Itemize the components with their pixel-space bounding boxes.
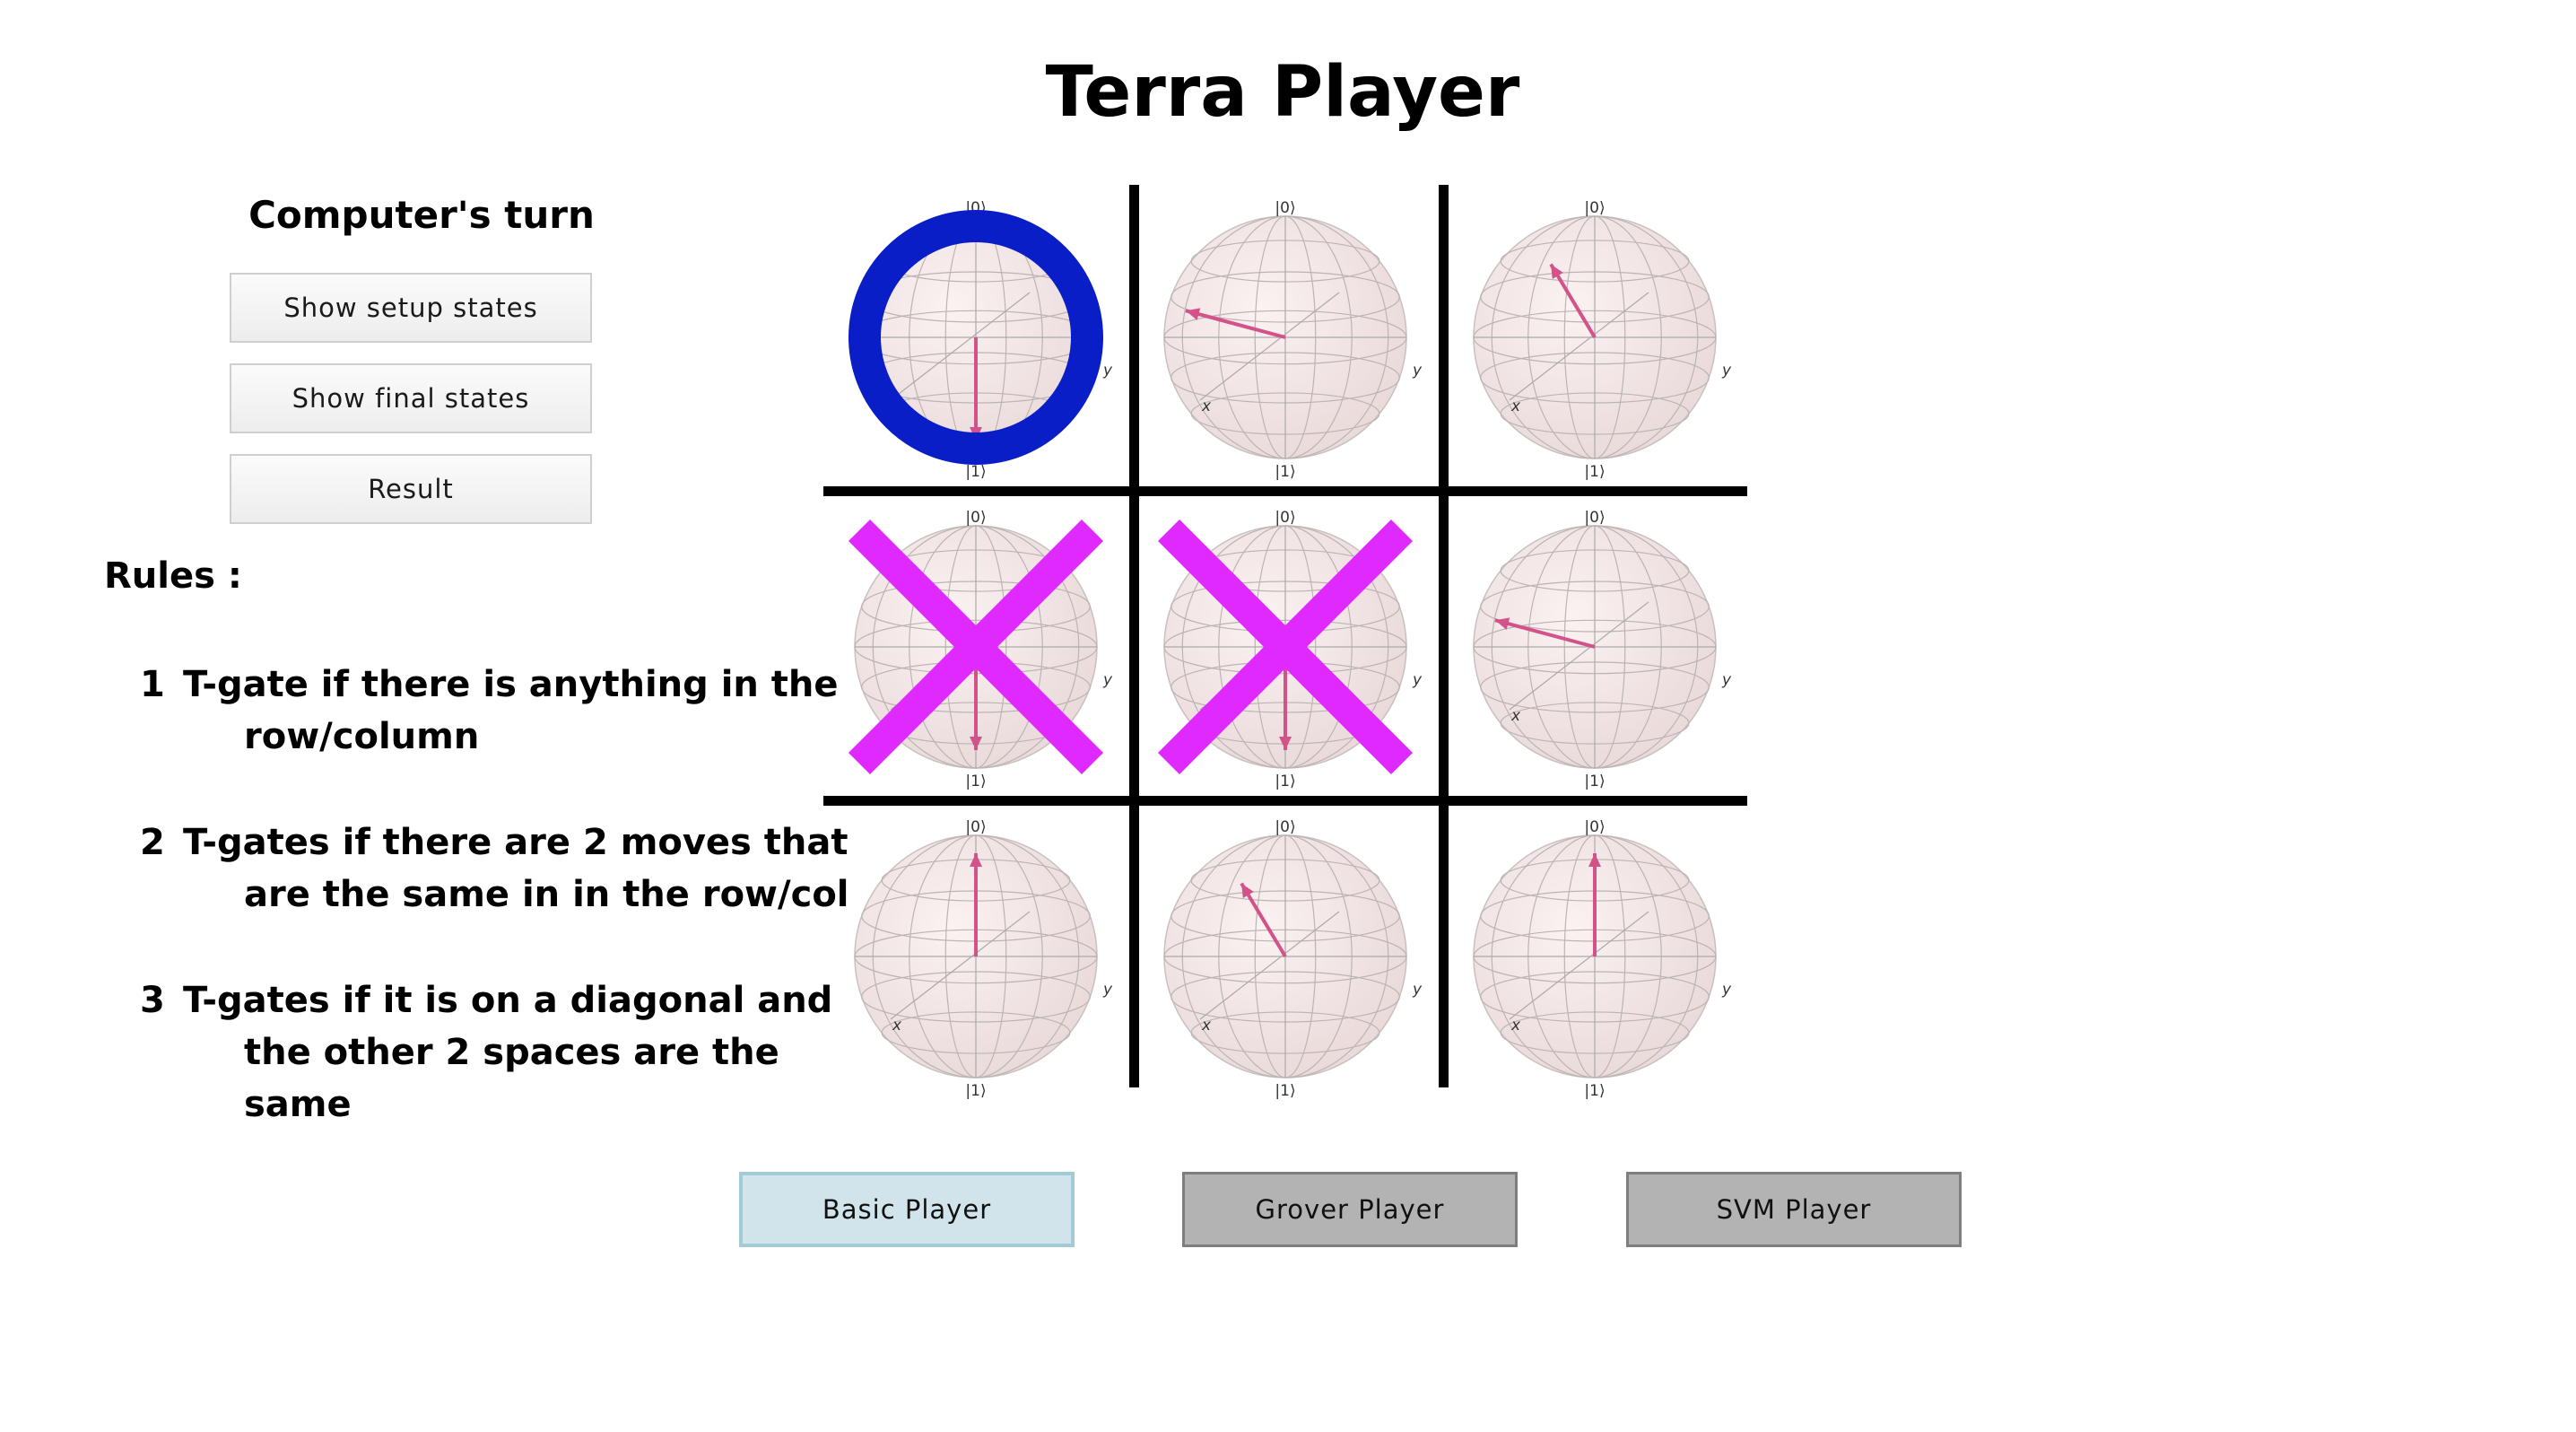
ket0-label: |0⟩	[1275, 199, 1295, 217]
board-cell-3[interactable]: |0⟩ |1⟩ y x	[1442, 185, 1747, 490]
board-cell-8[interactable]: |0⟩ |1⟩ y x	[1133, 804, 1438, 1109]
rule-text: T-gates if there are 2 moves that	[183, 822, 849, 863]
ket0-label: |0⟩	[965, 509, 986, 527]
page-title: Terra Player	[1045, 52, 1520, 133]
y-label: y	[1102, 671, 1113, 689]
game-board: |0⟩ |1⟩ y |0⟩ |1⟩ y x |0⟩ |1⟩ y x |0⟩ |1⟩ y |0⟩ |1⟩…	[823, 185, 1747, 1100]
ket0-label: |0⟩	[1275, 818, 1295, 836]
ket1-label: |1⟩	[965, 1082, 986, 1100]
bloch-sphere: |0⟩|1⟩y	[849, 199, 1113, 481]
rules-heading: Rules :	[104, 555, 242, 597]
rule-text: T-gate if there is anything in the	[183, 664, 839, 705]
ket0-label: |0⟩	[1275, 509, 1295, 527]
rule-text-continued: the other 2 spaces are the same	[244, 1032, 779, 1125]
ket1-label: |1⟩	[1584, 463, 1605, 481]
x-label: x	[1510, 397, 1521, 415]
bloch-sphere: |0⟩ |1⟩ y x	[1473, 509, 1732, 790]
rule-number: 3	[140, 980, 165, 1021]
board-cell-1[interactable]: |0⟩ |1⟩ y	[823, 185, 1128, 490]
rule-item: 3 T-gates if it is on a diagonal and the …	[140, 974, 875, 1131]
x-label: x	[1510, 707, 1521, 725]
rule-item: 1 T-gate if there is anything in the row/…	[140, 659, 875, 763]
grid-line-vertical	[1129, 185, 1139, 1087]
grid-line-horizontal	[823, 796, 1747, 806]
ket1-label: |1⟩	[965, 773, 986, 790]
rule-number: 2	[140, 822, 165, 863]
ket1-label: |1⟩	[1275, 463, 1295, 481]
ket0-label: |0⟩	[1584, 818, 1605, 836]
rule-number: 1	[140, 664, 165, 705]
x-label: x	[892, 1017, 902, 1035]
ket0-label: |0⟩	[1584, 199, 1605, 217]
board-cell-4[interactable]: |0⟩ |1⟩ y	[823, 494, 1128, 799]
x-label: x	[1201, 397, 1212, 415]
show-setup-states-button[interactable]: Show setup states	[230, 273, 592, 343]
ket1-label: |1⟩	[965, 463, 986, 481]
y-label: y	[1102, 362, 1113, 380]
ket0-label: |0⟩	[1584, 509, 1605, 527]
bloch-sphere: |0⟩ |1⟩ y	[848, 509, 1113, 790]
grover-player-button[interactable]: Grover Player	[1182, 1172, 1518, 1247]
turn-status: Computer's turn	[248, 193, 595, 237]
y-label: y	[1721, 362, 1732, 380]
bloch-sphere: |0⟩ |1⟩ y x	[854, 818, 1113, 1100]
y-label: y	[1721, 671, 1732, 689]
show-final-states-button[interactable]: Show final states	[230, 363, 592, 433]
board-cell-2[interactable]: |0⟩ |1⟩ y x	[1133, 185, 1438, 490]
board-cell-7[interactable]: |0⟩ |1⟩ y x	[823, 804, 1128, 1109]
y-label: y	[1721, 981, 1732, 999]
bloch-sphere: |0⟩ |1⟩ y x	[1163, 818, 1423, 1100]
ket1-label: |1⟩	[1275, 1082, 1295, 1100]
ket0-label: |0⟩	[965, 818, 986, 836]
y-label: y	[1412, 671, 1423, 689]
rule-text-continued: row/column	[244, 716, 480, 757]
y-label: y	[1412, 362, 1423, 380]
bloch-sphere: |0⟩ |1⟩ y x	[1163, 199, 1423, 481]
grid-line-vertical	[1439, 185, 1449, 1087]
bloch-sphere: |0⟩ |1⟩ y x	[1473, 199, 1732, 481]
basic-player-button[interactable]: Basic Player	[739, 1172, 1075, 1247]
bloch-sphere: |0⟩ |1⟩ y x	[1473, 818, 1732, 1100]
bloch-sphere: |0⟩ |1⟩ y	[1157, 509, 1423, 790]
y-label: y	[1102, 981, 1113, 999]
board-cell-6[interactable]: |0⟩ |1⟩ y x	[1442, 494, 1747, 799]
rule-text-continued: are the same in in the row/col	[244, 874, 849, 915]
y-label: y	[1412, 981, 1423, 999]
board-cell-9[interactable]: |0⟩ |1⟩ y x	[1442, 804, 1747, 1109]
ket1-label: |1⟩	[1584, 1082, 1605, 1100]
svm-player-button[interactable]: SVM Player	[1626, 1172, 1962, 1247]
x-label: x	[1510, 1017, 1521, 1035]
result-button[interactable]: Result	[230, 454, 592, 524]
ket1-label: |1⟩	[1275, 773, 1295, 790]
ket1-label: |1⟩	[1584, 773, 1605, 790]
board-cell-5[interactable]: |0⟩ |1⟩ y	[1133, 494, 1438, 799]
rule-item: 2 T-gates if there are 2 moves that are t…	[140, 816, 875, 921]
x-label: x	[1201, 1017, 1212, 1035]
rule-text: T-gates if it is on a diagonal and	[183, 980, 833, 1021]
grid-line-horizontal	[823, 486, 1747, 496]
